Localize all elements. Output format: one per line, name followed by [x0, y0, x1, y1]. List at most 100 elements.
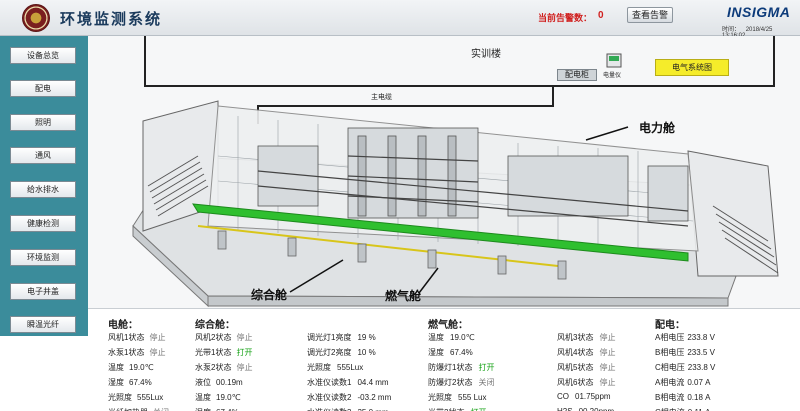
logo-seal-icon: [22, 4, 50, 32]
reading-row: 温度 19.0℃: [195, 392, 241, 403]
reading-row: 水准仪读数2 -03.2 mm: [307, 392, 391, 403]
reading-value: 233.8 V: [687, 363, 716, 372]
reading-row: 温度 19.0℃: [108, 362, 154, 373]
reading-key: 湿度: [428, 348, 444, 357]
sidebar-item-health[interactable]: 健康检测: [10, 215, 76, 232]
reading-key: 防爆灯2状态: [428, 378, 473, 387]
reading-row: 湿度 67.4%: [428, 347, 473, 358]
reading-row: 光带1状态 打开: [195, 347, 252, 358]
reading-row: B相电流 0.18 A: [655, 392, 710, 403]
power-cabinet[interactable]: 配电柜: [557, 69, 597, 81]
reading-key: 风机5状态: [557, 363, 594, 372]
reading-key: CO: [557, 392, 569, 401]
reading-key: B相电压: [655, 348, 685, 357]
reading-row: 防爆灯2状态 关闭: [428, 377, 494, 388]
reading-row: 湿度 67.4%: [108, 377, 152, 388]
reading-value: 19.0℃: [129, 363, 154, 372]
electrical-system-diagram-button[interactable]: 电气系统图: [655, 59, 729, 76]
reading-value: 555Lux: [137, 393, 164, 402]
reading-key: 液位: [195, 378, 211, 387]
sidebar-nav: 设备总览 配电 照明 通风 给水排水 健康检测 环境监测 电子井盖 瞬温光纤: [0, 36, 88, 336]
sidebar-item-lighting[interactable]: 照明: [10, 114, 76, 131]
gas-compartment-callout: 燃气舱: [385, 289, 422, 303]
building-label: 实训楼: [471, 49, 501, 60]
status-panel: 电舱： 风机1状态 停止 水泵1状态 停止 温度 19.0℃ 湿度 67.4% 光照度 555Lu…: [88, 308, 800, 411]
reading-value: 00.20ppm: [579, 407, 615, 411]
reading-row: 风机6状态 停止: [557, 377, 615, 388]
reading-value: 19.0℃: [450, 333, 475, 342]
reading-row: CO 01.75ppm: [557, 392, 611, 401]
distribution-section-title: 配电：: [655, 320, 685, 331]
main-cable-label: 主电缆: [371, 94, 392, 101]
reading-value: 555Lux: [337, 363, 364, 372]
reading-key: B相电流: [655, 393, 685, 402]
reading-key: 风机6状态: [557, 378, 594, 387]
reading-value: 233.8 V: [687, 333, 715, 342]
reading-value: 19.0℃: [216, 393, 241, 402]
reading-value: 停止: [599, 333, 616, 342]
clock-date: 2018/4/25: [745, 27, 773, 33]
reading-row: A相电压 233.8 V: [655, 332, 715, 343]
reading-value: 0.18 A: [687, 393, 711, 402]
reading-row: 调光灯1亮度 19 %: [307, 332, 376, 343]
reading-row: C相电压 233.8 V: [655, 362, 715, 373]
reading-row: 液位 00.19m: [195, 377, 243, 388]
reading-key: 温度: [428, 333, 444, 342]
reading-row: 水泵1状态 停止: [108, 347, 165, 358]
combined-compartment-callout: 综合舱: [251, 288, 288, 302]
gas-section-title: 燃气舱：: [428, 320, 468, 331]
reading-value: 0.07 A: [687, 378, 711, 387]
reading-key: 温度: [108, 363, 124, 372]
reading-key: 风机4状态: [557, 348, 594, 357]
reading-value: 打开: [478, 363, 495, 372]
reading-value: 67.4%: [450, 348, 473, 357]
reading-value: 打开: [236, 348, 253, 357]
reading-key: 湿度: [108, 378, 124, 387]
reading-value: 19 %: [357, 333, 376, 342]
reading-value: 停止: [236, 333, 253, 342]
reading-row: 风机5状态 停止: [557, 362, 615, 373]
sidebar-item-manhole[interactable]: 电子井盖: [10, 283, 76, 300]
sidebar-item-power[interactable]: 配电: [10, 80, 76, 97]
reading-row: 风机3状态 停止: [557, 332, 615, 343]
reading-value: 停止: [599, 363, 616, 372]
reading-key: A相电流: [655, 378, 685, 387]
reading-value: 04.4 mm: [357, 378, 389, 387]
reading-key: 防爆灯1状态: [428, 363, 473, 372]
reading-value: 停止: [149, 348, 166, 357]
reading-value: 关闭: [478, 378, 495, 387]
reading-key: 温度: [195, 393, 211, 402]
reading-key: 调光灯1亮度: [307, 333, 352, 342]
reading-row: 调光灯2亮度 10 %: [307, 347, 376, 358]
reading-value: 00.19m: [216, 378, 243, 387]
reading-row: 防爆灯1状态 打开: [428, 362, 494, 373]
reading-key: 光照度: [108, 393, 132, 402]
reading-key: 水泵2状态: [195, 363, 232, 372]
reading-key: 风机1状态: [108, 333, 145, 342]
reading-value: 67.4%: [129, 378, 152, 387]
reading-row: 风机2状态 停止: [195, 332, 252, 343]
alarm-count-value: 0: [598, 10, 604, 21]
reading-value: 停止: [599, 348, 616, 357]
reading-row: H2S 00.20ppm: [557, 407, 614, 411]
sidebar-item-ventilation[interactable]: 通风: [10, 147, 76, 164]
app-title: 环境监测系统: [60, 11, 163, 28]
sidebar-item-overview[interactable]: 设备总览: [10, 47, 76, 64]
sidebar-item-water[interactable]: 给水排水: [10, 181, 76, 198]
reading-row: B相电压 233.5 V: [655, 347, 715, 358]
reading-key: 水泵1状态: [108, 348, 145, 357]
reading-value: 01.75ppm: [575, 392, 611, 401]
reading-value: -03.2 mm: [357, 393, 392, 402]
top-header: 环境监测系统 当前告警数： 0 查看告警 INSIGMA 时间： 2018/4/…: [0, 0, 800, 39]
reading-key: 水准仪读数2: [307, 393, 352, 402]
sidebar-item-fiber[interactable]: 瞬温光纤: [10, 316, 76, 333]
sidebar-item-environment[interactable]: 环境监测: [10, 249, 76, 266]
reading-value: 555 Lux: [458, 393, 487, 402]
reading-row: 光照度 555Lux: [307, 362, 363, 373]
reading-row: 光照度 555Lux: [108, 392, 163, 403]
reading-key: C相电压: [655, 363, 685, 372]
brand-text: INSIGMA: [727, 4, 791, 20]
view-alarms-button[interactable]: 查看告警: [627, 7, 673, 23]
reading-row: 光照度 555 Lux: [428, 392, 486, 403]
reading-key: 风机2状态: [195, 333, 232, 342]
